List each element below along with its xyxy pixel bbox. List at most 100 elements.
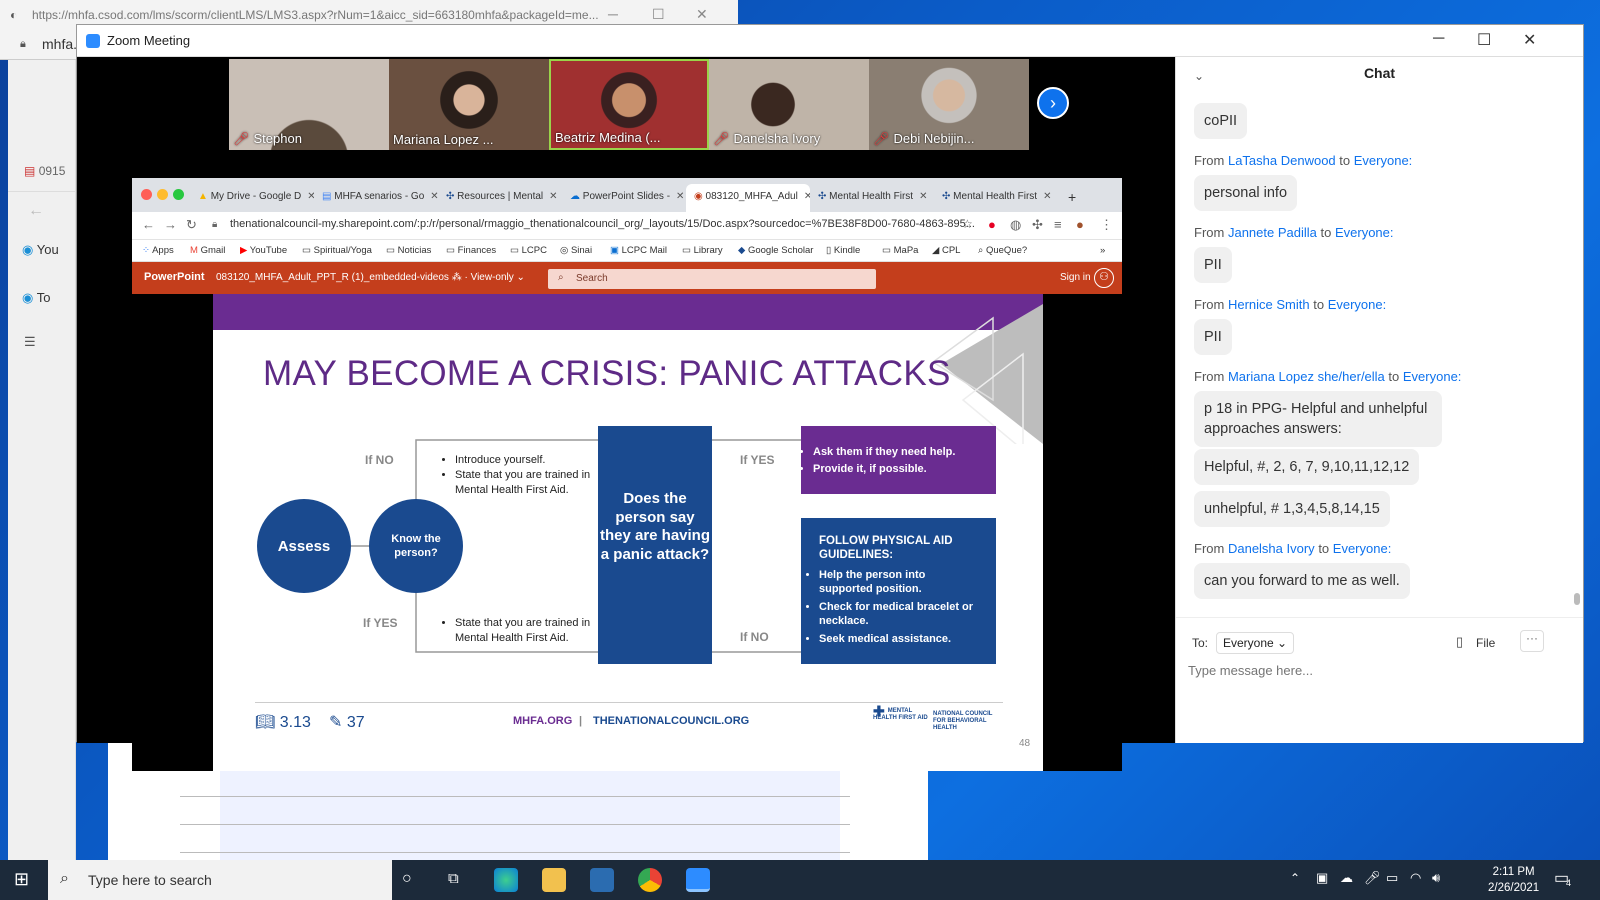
powerpoint-bar: PowerPoint 083120_MHFA_Adult_PPT_R (1)_e… xyxy=(132,262,1122,294)
cortana-icon[interactable]: ○ xyxy=(402,870,412,888)
search-input[interactable]: ⌕ Search xyxy=(548,269,876,289)
close-dot[interactable] xyxy=(141,189,152,200)
bookmark[interactable]: ◆ Google Scholar xyxy=(738,245,813,256)
participant-name: Mariana Lopez ... xyxy=(393,132,494,147)
next-page-button[interactable]: › xyxy=(1037,87,1069,119)
notifications-icon[interactable]: ▭ 4 xyxy=(1554,868,1572,888)
book-reference: 📖︎ 3.13 xyxy=(255,714,311,731)
bg-tab-title[interactable]: mhfa. xyxy=(42,36,77,52)
forward-icon[interactable]: → xyxy=(164,217,177,232)
bg-item-label: You xyxy=(36,242,59,257)
bg-item-to[interactable]: ◉ To xyxy=(22,290,50,306)
avatar[interactable]: ● xyxy=(1076,217,1084,232)
user-icon[interactable]: ⚇ xyxy=(1094,268,1114,288)
battery-icon[interactable]: ▭ xyxy=(1386,870,1398,886)
minimize-icon[interactable]: ─ xyxy=(1433,30,1444,48)
participant-tile-active[interactable]: Beatriz Medina (... xyxy=(549,59,709,150)
microphone-icon[interactable]: 🎤︎ xyxy=(1364,870,1381,886)
clock[interactable]: 2:11 PM 2/26/2021 xyxy=(1488,864,1539,896)
back-arrow-icon[interactable]: ← xyxy=(28,202,44,220)
bookmark[interactable]: ⁘ Apps xyxy=(142,245,174,256)
bookmark[interactable]: ▶ YouTube xyxy=(240,245,287,256)
bookmark[interactable]: ▭ MaPa xyxy=(882,245,918,256)
participant-tile[interactable]: 🎤︎ Debi Nebijin... xyxy=(869,59,1029,150)
taskbar-search[interactable]: ⌕ Type here to search xyxy=(48,860,392,900)
bookmark[interactable]: ▯ Kindle xyxy=(826,245,860,256)
onedrive-icon[interactable]: ☁ xyxy=(1340,870,1353,886)
sign-in-link[interactable]: Sign in xyxy=(1060,272,1091,283)
browser-tab[interactable]: ☁ PowerPoint Slides - ✕ xyxy=(562,184,686,212)
bg-item-you[interactable]: ◉ You xyxy=(22,242,59,258)
zoom-taskbar-icon[interactable] xyxy=(686,868,710,892)
task-view-icon[interactable]: ⧉ xyxy=(448,870,459,887)
date-text: 2/26/2021 xyxy=(1488,882,1540,894)
more-options-icon[interactable]: ··· xyxy=(1520,630,1544,652)
volume-icon[interactable]: 🔊︎ xyxy=(1432,870,1440,886)
browser-tab[interactable]: ✣ Resources | Mental ✕ xyxy=(438,184,562,212)
bg-file-item[interactable]: ▤ 0915 xyxy=(8,152,76,192)
more-bookmarks-icon[interactable]: » xyxy=(1100,245,1105,256)
browser-tab[interactable]: ▲ My Drive - Google D ✕ xyxy=(190,184,314,212)
powerpoint-brand[interactable]: PowerPoint xyxy=(144,271,205,283)
bookmark[interactable]: ▭ Noticias xyxy=(386,245,431,256)
yes-action-box: Ask them if they need help. Provide it, … xyxy=(801,426,996,494)
browser-tab[interactable]: ✣ Mental Health First ✕ xyxy=(934,184,1058,212)
reload-icon[interactable]: ↻ xyxy=(186,217,197,233)
bookmark[interactable]: ▣ LCPC Mail xyxy=(610,245,667,256)
maximize-icon[interactable]: ☐ xyxy=(1477,30,1491,50)
wifi-icon[interactable]: ◠ xyxy=(1410,870,1421,886)
file-icon[interactable]: ▯ xyxy=(1456,634,1463,650)
maximize-icon[interactable]: ☐ xyxy=(652,6,665,23)
document-name[interactable]: 083120_MHFA_Adult_PPT_R (1)_embedded-vid… xyxy=(216,272,525,283)
minimize-icon[interactable]: ─ xyxy=(608,6,618,22)
minimize-dot[interactable] xyxy=(157,189,168,200)
chrome-icon[interactable] xyxy=(638,868,662,892)
bookmark[interactable]: ⌕ QueQue? xyxy=(978,245,1027,256)
bookmark[interactable]: ◎ Sinai xyxy=(560,245,592,256)
message-input[interactable] xyxy=(1188,658,1568,682)
guidelines-heading: FOLLOW PHYSICAL AID GUIDELINES: xyxy=(819,535,953,561)
bookmark[interactable]: ▭ LCPC xyxy=(510,245,547,256)
extensions-icon[interactable]: ✣ xyxy=(1032,217,1043,233)
bookmark[interactable]: M Gmail xyxy=(190,245,225,256)
bookmark[interactable]: ◢ CPL xyxy=(932,245,960,256)
browser-tab[interactable]: ✣ Mental Health First ✕ xyxy=(810,184,934,212)
chat-message: p 18 in PPG- Helpful and unhelpful appro… xyxy=(1194,391,1442,447)
new-tab-button[interactable]: + xyxy=(1064,184,1088,212)
star-icon[interactable]: ☆ xyxy=(962,217,973,231)
bookmark[interactable]: ▭ Library xyxy=(682,245,723,256)
file-button[interactable]: File xyxy=(1476,636,1495,650)
menu-icon[interactable]: ⋮ xyxy=(1100,217,1113,233)
chat-compose: To: Everyone ⌄ ▯ File ··· xyxy=(1176,617,1583,743)
chat-message: PII xyxy=(1194,319,1232,355)
skype-icon[interactable]: ◍ xyxy=(1010,217,1021,233)
bg-url[interactable]: https://mhfa.csod.com/lms/scorm/clientLM… xyxy=(32,8,599,22)
file-explorer-icon[interactable] xyxy=(542,868,566,892)
participant-tile[interactable]: Mariana Lopez ... xyxy=(389,59,549,150)
close-icon[interactable]: ✕ xyxy=(696,6,708,23)
zoom-icon xyxy=(86,34,100,48)
windows-start-icon[interactable]: ⊞ xyxy=(14,869,29,890)
media-icon[interactable]: ≡ xyxy=(1054,217,1062,232)
participant-tile[interactable]: 🎤︎ Stephon xyxy=(229,59,389,150)
url-field[interactable]: thenationalcouncil-my.sharepoint.com/:p:… xyxy=(230,218,975,230)
scrollbar[interactable] xyxy=(1574,593,1580,605)
edge-icon[interactable] xyxy=(494,868,518,892)
bookmark[interactable]: ▭ Finances xyxy=(446,245,496,256)
bookmark[interactable]: ▭ Spiritual/Yoga xyxy=(302,245,372,256)
bg-item-label: To xyxy=(36,290,51,305)
chevron-up-icon[interactable]: ⌃ xyxy=(1290,871,1300,885)
no-action-box: FOLLOW PHYSICAL AID GUIDELINES: Help the… xyxy=(801,518,996,664)
meet-now-icon[interactable]: ▣ xyxy=(1316,870,1328,886)
notification-count: 4 xyxy=(1566,878,1572,888)
browser-tab-active[interactable]: ◉ 083120_MHFA_Adul ✕ xyxy=(686,184,810,212)
list-icon[interactable]: ☰ xyxy=(24,334,36,350)
participant-tile[interactable]: 🎤︎ Danelsha Ivory xyxy=(709,59,869,150)
browser-tab[interactable]: ▤ MHFA senarios - Go ✕ xyxy=(314,184,438,212)
pinterest-icon[interactable]: ● xyxy=(988,217,996,232)
recipient-select[interactable]: Everyone ⌄ xyxy=(1216,632,1295,654)
back-icon[interactable]: ← xyxy=(142,217,155,232)
close-icon[interactable]: ✕ xyxy=(1523,30,1536,50)
zoom-dot[interactable] xyxy=(173,189,184,200)
store-icon[interactable] xyxy=(590,868,614,892)
